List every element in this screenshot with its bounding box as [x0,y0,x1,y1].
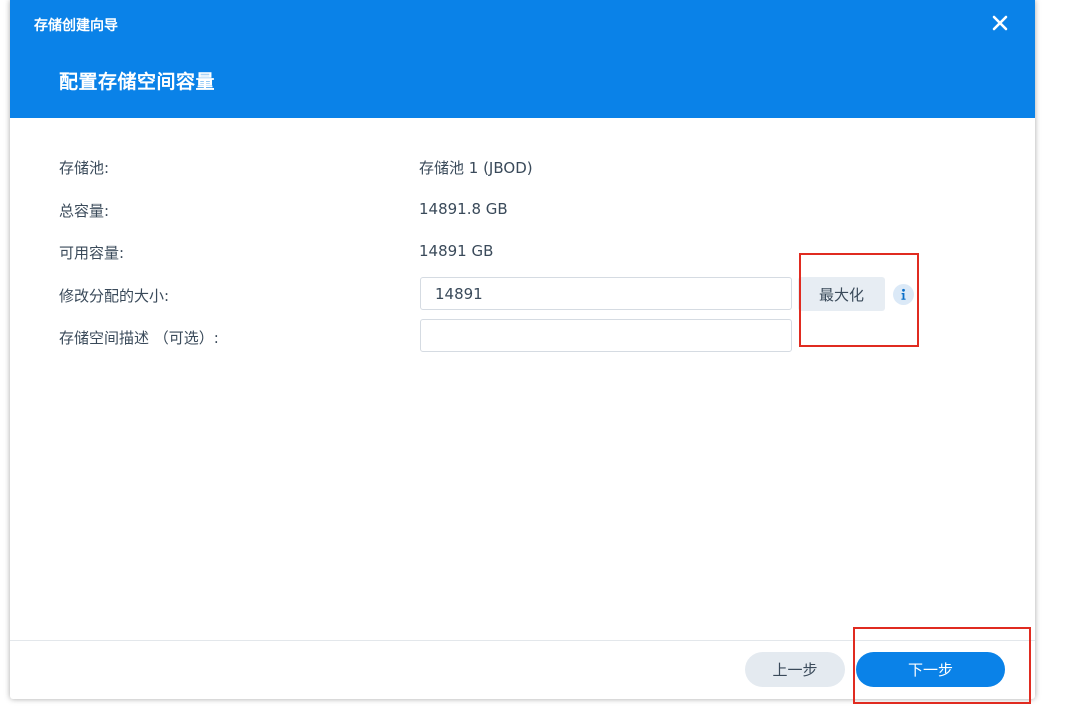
previous-button[interactable]: 上一步 [745,652,845,687]
storage-pool-value: 存储池 1 (JBOD) [419,159,533,177]
available-capacity-label: 可用容量: [59,244,125,262]
storage-pool-label: 存储池: [59,159,110,177]
next-button[interactable]: 下一步 [856,652,1005,687]
footer-divider [10,640,1035,641]
total-capacity-value: 14891.8 GB [419,200,508,218]
step-title: 配置存储空间容量 [59,71,216,93]
allocated-size-input[interactable] [420,277,792,310]
wizard-title: 存储创建向导 [34,18,118,34]
description-input[interactable] [420,319,792,352]
info-icon[interactable] [893,284,914,305]
available-capacity-value: 14891 GB [419,242,494,260]
total-capacity-label: 总容量: [59,202,110,220]
close-button[interactable] [986,9,1014,37]
close-icon [986,9,1014,37]
maximize-button[interactable]: 最大化 [798,277,885,311]
description-label: 存储空间描述 （可选）: [59,329,219,347]
wizard-header: 存储创建向导 配置存储空间容量 [10,0,1035,118]
storage-wizard-dialog: 存储创建向导 配置存储空间容量 存储池: 存储池 1 (JBOD) 总容量: 1… [10,0,1035,699]
allocated-size-label: 修改分配的大小: [59,287,170,305]
